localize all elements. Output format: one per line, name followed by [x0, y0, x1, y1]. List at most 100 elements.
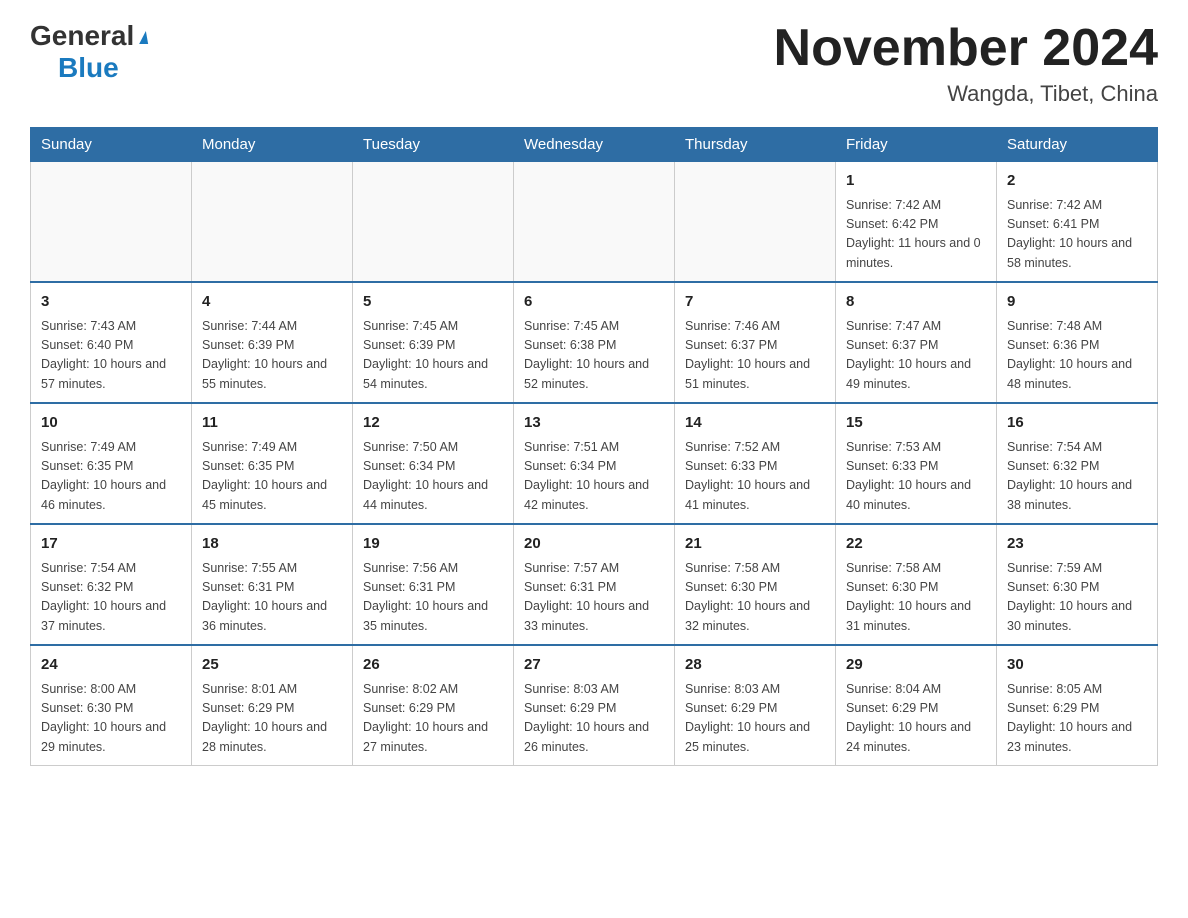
day-info: Sunrise: 7:50 AM Sunset: 6:34 PM Dayligh… — [363, 438, 503, 516]
day-info: Sunrise: 7:53 AM Sunset: 6:33 PM Dayligh… — [846, 438, 986, 516]
cell-w4-d0: 17 Sunrise: 7:54 AM Sunset: 6:32 PM Dayli… — [31, 524, 192, 645]
day-info: Sunrise: 7:45 AM Sunset: 6:38 PM Dayligh… — [524, 317, 664, 395]
day-number: 25 — [202, 654, 342, 677]
title-block: November 2024 Wangda, Tibet, China — [774, 20, 1158, 107]
day-info: Sunrise: 8:04 AM Sunset: 6:29 PM Dayligh… — [846, 680, 986, 758]
cell-w3-d4: 14Sunrise: 7:52 AM Sunset: 6:33 PM Dayli… — [675, 403, 836, 524]
col-wednesday: Wednesday — [514, 128, 675, 162]
col-tuesday: Tuesday — [353, 128, 514, 162]
day-number: 30 — [1007, 654, 1147, 677]
day-number: 20 — [524, 533, 664, 556]
cell-w2-d1: 4 Sunrise: 7:44 AM Sunset: 6:39 PM Daylig… — [192, 282, 353, 403]
day-info: Sunrise: 7:46 AM Sunset: 6:37 PM Dayligh… — [685, 317, 825, 395]
day-number: 8 — [846, 291, 986, 314]
day-number: 19 — [363, 533, 503, 556]
col-thursday: Thursday — [675, 128, 836, 162]
day-number: 9 — [1007, 291, 1147, 314]
day-info: Sunrise: 7:42 AM Sunset: 6:42 PM Dayligh… — [846, 196, 986, 274]
cell-w3-d1: 11 Sunrise: 7:49 AM Sunset: 6:35 PM Dayli… — [192, 403, 353, 524]
day-number: 7 — [685, 291, 825, 314]
day-info: Sunrise: 8:03 AM Sunset: 6:29 PM Dayligh… — [524, 680, 664, 758]
day-info: Sunrise: 7:49 AM Sunset: 6:35 PM Dayligh… — [202, 438, 342, 516]
cell-w5-d2: 26Sunrise: 8:02 AM Sunset: 6:29 PM Dayli… — [353, 645, 514, 766]
col-sunday: Sunday — [31, 128, 192, 162]
cell-w1-d5: 1 Sunrise: 7:42 AM Sunset: 6:42 PM Daylig… — [836, 162, 997, 283]
day-info: Sunrise: 7:42 AM Sunset: 6:41 PM Dayligh… — [1007, 196, 1147, 274]
day-number: 23 — [1007, 533, 1147, 556]
cell-w1-d6: 2 Sunrise: 7:42 AM Sunset: 6:41 PM Daylig… — [997, 162, 1158, 283]
cell-w3-d5: 15Sunrise: 7:53 AM Sunset: 6:33 PM Dayli… — [836, 403, 997, 524]
calendar-subtitle: Wangda, Tibet, China — [774, 81, 1158, 107]
day-info: Sunrise: 7:59 AM Sunset: 6:30 PM Dayligh… — [1007, 559, 1147, 637]
day-info: Sunrise: 7:45 AM Sunset: 6:39 PM Dayligh… — [363, 317, 503, 395]
col-friday: Friday — [836, 128, 997, 162]
day-info: Sunrise: 7:58 AM Sunset: 6:30 PM Dayligh… — [846, 559, 986, 637]
week-row-3: 10 Sunrise: 7:49 AM Sunset: 6:35 PM Dayli… — [31, 403, 1158, 524]
day-info: Sunrise: 8:03 AM Sunset: 6:29 PM Dayligh… — [685, 680, 825, 758]
cell-w2-d4: 7 Sunrise: 7:46 AM Sunset: 6:37 PM Daylig… — [675, 282, 836, 403]
week-row-4: 17 Sunrise: 7:54 AM Sunset: 6:32 PM Dayli… — [31, 524, 1158, 645]
calendar-title: November 2024 — [774, 20, 1158, 77]
week-row-2: 3 Sunrise: 7:43 AM Sunset: 6:40 PM Daylig… — [31, 282, 1158, 403]
day-info: Sunrise: 7:51 AM Sunset: 6:34 PM Dayligh… — [524, 438, 664, 516]
cell-w2-d6: 9 Sunrise: 7:48 AM Sunset: 6:36 PM Daylig… — [997, 282, 1158, 403]
cell-w3-d6: 16Sunrise: 7:54 AM Sunset: 6:32 PM Dayli… — [997, 403, 1158, 524]
cell-w2-d2: 5 Sunrise: 7:45 AM Sunset: 6:39 PM Daylig… — [353, 282, 514, 403]
day-info: Sunrise: 7:57 AM Sunset: 6:31 PM Dayligh… — [524, 559, 664, 637]
cell-w3-d0: 10 Sunrise: 7:49 AM Sunset: 6:35 PM Dayli… — [31, 403, 192, 524]
day-number: 14 — [685, 412, 825, 435]
calendar-header-row: Sunday Monday Tuesday Wednesday Thursday… — [31, 128, 1158, 162]
day-number: 17 — [41, 533, 181, 556]
day-info: Sunrise: 8:05 AM Sunset: 6:29 PM Dayligh… — [1007, 680, 1147, 758]
page-header: General Blue November 2024 Wangda, Tibet… — [30, 20, 1158, 107]
day-number: 22 — [846, 533, 986, 556]
day-number: 2 — [1007, 170, 1147, 193]
col-saturday: Saturday — [997, 128, 1158, 162]
day-info: Sunrise: 7:48 AM Sunset: 6:36 PM Dayligh… — [1007, 317, 1147, 395]
day-number: 18 — [202, 533, 342, 556]
cell-w5-d5: 29Sunrise: 8:04 AM Sunset: 6:29 PM Dayli… — [836, 645, 997, 766]
cell-w5-d0: 24Sunrise: 8:00 AM Sunset: 6:30 PM Dayli… — [31, 645, 192, 766]
day-info: Sunrise: 7:54 AM Sunset: 6:32 PM Dayligh… — [1007, 438, 1147, 516]
cell-w2-d5: 8 Sunrise: 7:47 AM Sunset: 6:37 PM Daylig… — [836, 282, 997, 403]
day-info: Sunrise: 7:43 AM Sunset: 6:40 PM Dayligh… — [41, 317, 181, 395]
cell-w4-d6: 23 Sunrise: 7:59 AM Sunset: 6:30 PM Dayli… — [997, 524, 1158, 645]
day-info: Sunrise: 8:02 AM Sunset: 6:29 PM Dayligh… — [363, 680, 503, 758]
day-number: 5 — [363, 291, 503, 314]
week-row-1: 1 Sunrise: 7:42 AM Sunset: 6:42 PM Daylig… — [31, 162, 1158, 283]
day-number: 11 — [202, 412, 342, 435]
day-info: Sunrise: 8:00 AM Sunset: 6:30 PM Dayligh… — [41, 680, 181, 758]
logo: General Blue — [30, 20, 147, 84]
day-info: Sunrise: 7:56 AM Sunset: 6:31 PM Dayligh… — [363, 559, 503, 637]
day-number: 10 — [41, 412, 181, 435]
day-number: 3 — [41, 291, 181, 314]
day-number: 21 — [685, 533, 825, 556]
calendar-table: Sunday Monday Tuesday Wednesday Thursday… — [30, 127, 1158, 766]
cell-w3-d2: 12 Sunrise: 7:50 AM Sunset: 6:34 PM Dayli… — [353, 403, 514, 524]
col-monday: Monday — [192, 128, 353, 162]
cell-w4-d2: 19 Sunrise: 7:56 AM Sunset: 6:31 PM Dayli… — [353, 524, 514, 645]
cell-w1-d1 — [192, 162, 353, 283]
logo-blue-text: Blue — [58, 52, 119, 83]
day-number: 27 — [524, 654, 664, 677]
day-info: Sunrise: 7:54 AM Sunset: 6:32 PM Dayligh… — [41, 559, 181, 637]
cell-w4-d3: 20 Sunrise: 7:57 AM Sunset: 6:31 PM Dayli… — [514, 524, 675, 645]
cell-w3-d3: 13Sunrise: 7:51 AM Sunset: 6:34 PM Dayli… — [514, 403, 675, 524]
cell-w1-d4 — [675, 162, 836, 283]
day-number: 4 — [202, 291, 342, 314]
cell-w1-d0 — [31, 162, 192, 283]
day-number: 12 — [363, 412, 503, 435]
cell-w5-d3: 27 Sunrise: 8:03 AM Sunset: 6:29 PM Dayli… — [514, 645, 675, 766]
cell-w4-d1: 18Sunrise: 7:55 AM Sunset: 6:31 PM Dayli… — [192, 524, 353, 645]
cell-w5-d1: 25Sunrise: 8:01 AM Sunset: 6:29 PM Dayli… — [192, 645, 353, 766]
day-number: 6 — [524, 291, 664, 314]
day-info: Sunrise: 7:47 AM Sunset: 6:37 PM Dayligh… — [846, 317, 986, 395]
day-info: Sunrise: 7:58 AM Sunset: 6:30 PM Dayligh… — [685, 559, 825, 637]
logo-triangle-icon — [137, 31, 148, 44]
day-number: 1 — [846, 170, 986, 193]
cell-w1-d2 — [353, 162, 514, 283]
cell-w1-d3 — [514, 162, 675, 283]
cell-w4-d4: 21 Sunrise: 7:58 AM Sunset: 6:30 PM Dayli… — [675, 524, 836, 645]
day-info: Sunrise: 7:49 AM Sunset: 6:35 PM Dayligh… — [41, 438, 181, 516]
day-info: Sunrise: 7:44 AM Sunset: 6:39 PM Dayligh… — [202, 317, 342, 395]
